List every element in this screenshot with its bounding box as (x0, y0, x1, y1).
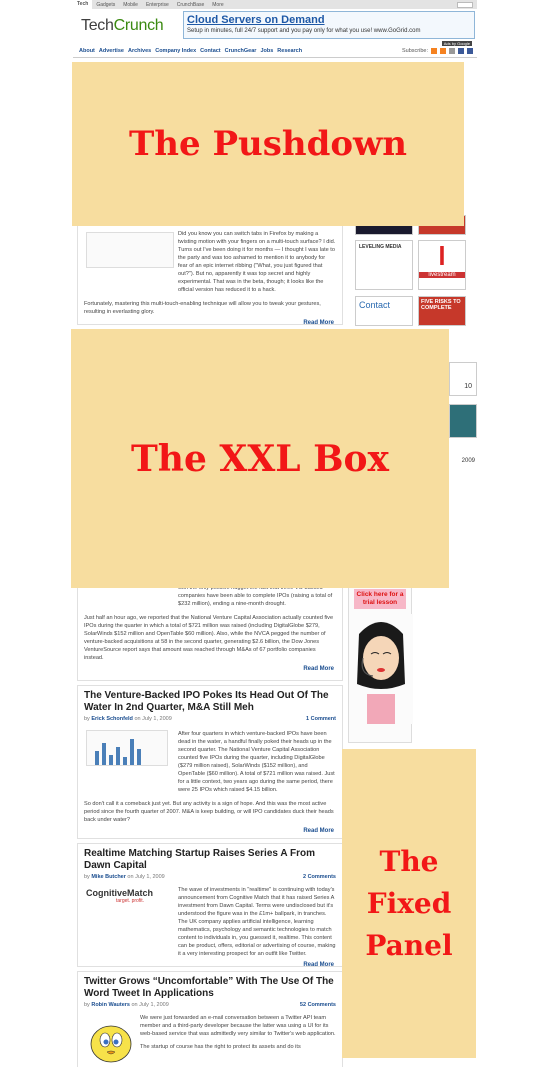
site-logo[interactable]: TechCrunch (81, 17, 164, 35)
topnav-gadgets[interactable]: Gadgets (92, 2, 119, 8)
bird-icon (90, 1025, 132, 1063)
nav-research[interactable]: Research (277, 48, 302, 54)
post-date: on July 1, 2009 (131, 1002, 169, 1008)
post-title[interactable]: The Venture-Backed IPO Pokes Its Head Ou… (78, 686, 342, 716)
nav-advertise[interactable]: Advertise (99, 48, 124, 54)
read-more-link[interactable]: Read More (78, 824, 342, 838)
post-date: on July 1, 2009 (134, 716, 172, 722)
sidebar-box-year: 2009 (449, 450, 477, 474)
topnav-mobile[interactable]: Mobile (119, 2, 142, 8)
nav-company-index[interactable]: Company Index (155, 48, 196, 54)
post-author[interactable]: Robin Wauters (91, 1002, 130, 1008)
post-twitter-tweet: Twitter Grows “Uncomfortable” With The U… (77, 971, 343, 1067)
post-body-2: So don't call it a comeback just yet. Bu… (84, 801, 334, 823)
post-thumbnail (86, 232, 174, 268)
post-chart-thumbnail (86, 730, 168, 766)
logo-tagline: target. profit. (116, 898, 145, 904)
logo-text: CognitiveMatch (86, 888, 154, 898)
topnav-enterprise[interactable]: Enterprise (142, 2, 173, 8)
banner-ad-headline[interactable]: Cloud Servers on Demand (187, 14, 325, 26)
xxl-box-overlay: The XXL Box (71, 329, 449, 588)
topnav-tech[interactable]: Tech (73, 0, 93, 9)
comments-link[interactable]: 1 Comment (306, 716, 336, 722)
mobile-icon[interactable] (449, 48, 455, 54)
subscribe-area: Subscribe: (402, 48, 477, 54)
banner-ad[interactable]: Cloud Servers on Demand Setup in minutes… (183, 11, 475, 46)
topnav-more[interactable]: More (208, 2, 227, 8)
post-body-2: Just half an hour ago, we reported that … (84, 615, 334, 661)
search-input[interactable] (457, 1, 473, 8)
topnav-crunchbase[interactable]: CrunchBase (173, 2, 209, 8)
fixed-panel-line-2: Fixed (366, 886, 452, 920)
sidebar-ad-trial-lesson[interactable]: Click here for a trial lesson (348, 583, 413, 743)
byline-by: by (84, 1002, 90, 1008)
post-author[interactable]: Mike Butcher (91, 874, 126, 880)
fixed-panel-line-1: The (379, 844, 439, 878)
year-label: 2009 (461, 458, 475, 464)
nav-jobs[interactable]: Jobs (260, 48, 273, 54)
post-vc-ipo: with the only positive nugget the fact t… (77, 583, 343, 681)
logo-tech: Tech (81, 17, 114, 34)
facebook-icon[interactable] (467, 48, 473, 54)
cognitivematch-logo: CognitiveMatch target. profit. (86, 888, 172, 908)
sidebar-ad-contact[interactable]: Contact (355, 296, 413, 326)
read-more-link[interactable]: Read More (78, 662, 342, 676)
leveling-media-label: LEVELING MEDIA (359, 244, 402, 250)
top-nav: Tech Gadgets Mobile Enterprise CrunchBas… (73, 0, 477, 9)
post-cognitive-match: Realtime Matching Startup Raises Series … (77, 843, 343, 968)
post-body-2: Fortunately, mastering this multi-touch-… (84, 301, 321, 315)
read-more-link[interactable]: Read More (78, 316, 342, 330)
nav-crunchgear[interactable]: CrunchGear (225, 48, 257, 54)
post-venture-ipo: The Venture-Backed IPO Pokes Its Head Ou… (77, 685, 343, 839)
livestream-label: livestream (419, 272, 465, 278)
nav-about[interactable]: About (79, 48, 95, 54)
pushdown-overlay: The Pushdown (72, 62, 464, 226)
comments-link[interactable]: 2 Comments (303, 874, 336, 880)
tweety-bird-image (86, 1018, 136, 1064)
headset-woman-illustration-icon (349, 613, 413, 724)
fixed-panel-line-3: Panel (365, 928, 453, 962)
post-date: on July 1, 2009 (127, 874, 165, 880)
post-author[interactable]: Erick Schonfeld (91, 716, 133, 722)
trial-lesson-label[interactable]: Click here for a trial lesson (354, 589, 406, 609)
email-icon[interactable] (440, 48, 446, 54)
nav-archives[interactable]: Archives (128, 48, 151, 54)
nav-contact[interactable]: Contact (200, 48, 220, 54)
rss-icon[interactable] (431, 48, 437, 54)
sidebar-box-ten: 10 (449, 362, 477, 396)
sidebar-ad-leveling-media[interactable]: LEVELING MEDIA (355, 240, 413, 290)
main-nav: About Advertise Archives Company Index C… (73, 45, 477, 58)
five-risks-label: FIVE RISKS TO COMPLETE (421, 299, 461, 311)
post-title[interactable]: Realtime Matching Startup Raises Series … (78, 844, 342, 874)
ten-label: 10 (464, 383, 472, 390)
sidebar-ad-five-risks[interactable]: FIVE RISKS TO COMPLETE (418, 296, 466, 326)
post-title[interactable]: Twitter Grows “Uncomfortable” With The U… (78, 972, 342, 1002)
twitter-icon[interactable] (458, 48, 464, 54)
byline-by: by (84, 874, 90, 880)
fixed-panel-overlay: The Fixed Panel (342, 749, 476, 1058)
banner-ad-subline: Setup in minutes, full 24/7 support and … (187, 28, 421, 34)
sidebar-box-teal (449, 404, 477, 438)
byline-by: by (84, 716, 90, 722)
logo-crunch: Crunch (113, 17, 164, 34)
read-more-link[interactable]: Read More (78, 958, 342, 972)
post-firefox-gestures: Did you know you can switch tabs in Fire… (77, 225, 343, 326)
livestream-logo-icon: l (438, 241, 446, 271)
comments-link[interactable]: 52 Comments (300, 1002, 336, 1008)
bar-chart-icon (95, 739, 141, 765)
sidebar-ad-livestream[interactable]: l livestream (418, 240, 466, 290)
subscribe-label: Subscribe: (402, 48, 428, 54)
contact-label: Contact (359, 300, 391, 310)
